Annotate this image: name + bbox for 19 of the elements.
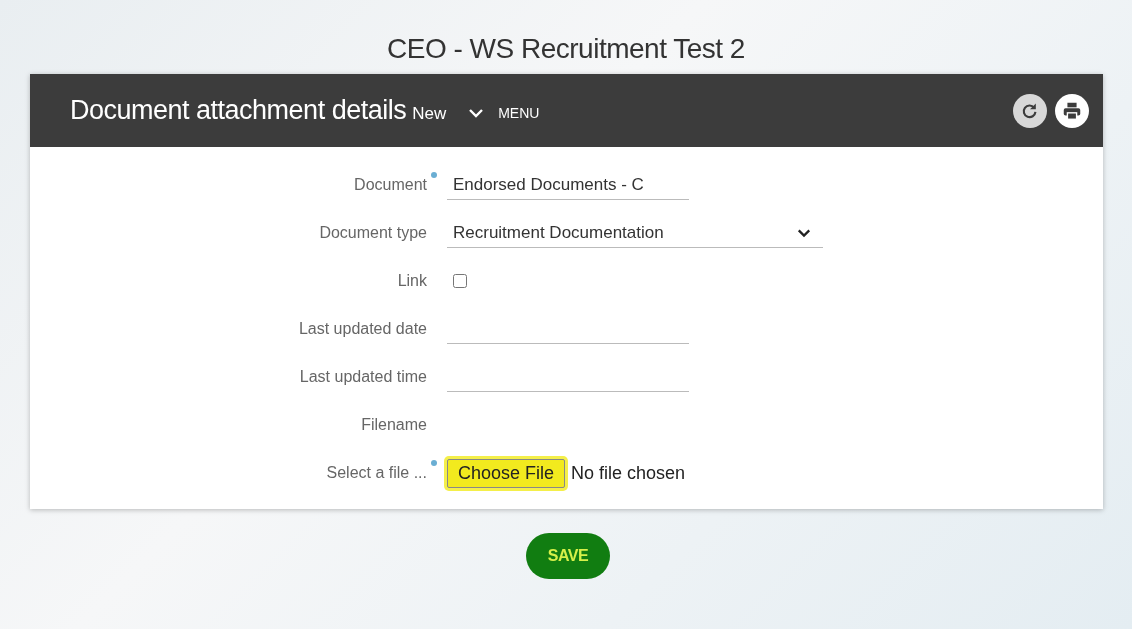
field-label: Document type	[319, 224, 427, 242]
field-label: Last updated time	[299, 368, 427, 386]
checkbox[interactable]	[453, 274, 467, 288]
print-button[interactable]	[1055, 93, 1089, 128]
choose-file-button[interactable]: Choose File	[447, 458, 566, 488]
mode-label: New	[412, 103, 447, 124]
field-label: Select a file ...	[326, 464, 427, 482]
menu-button[interactable]: MENU	[468, 104, 540, 121]
page-title: CEO - WS Recruitment Test 2	[386, 32, 746, 66]
input-field[interactable]: Endorsed Documents - C	[447, 170, 689, 200]
field-label: Last updated date	[298, 320, 427, 338]
dropdown[interactable]: Recruitment Documentation	[447, 218, 823, 248]
field-label: Filename	[361, 416, 427, 434]
panel-title: Document attachment details	[70, 95, 407, 126]
file-status: No file chosen	[571, 462, 686, 484]
refresh-button[interactable]	[1013, 93, 1047, 128]
field-label: Link	[397, 272, 427, 290]
field-label: Document	[354, 176, 427, 194]
save-button[interactable]: SAVE	[526, 533, 610, 579]
